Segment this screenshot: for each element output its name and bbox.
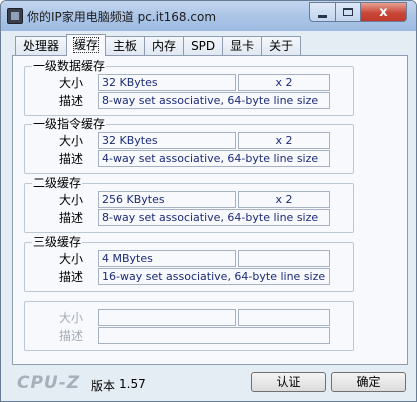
- tab-label: 内存: [152, 39, 177, 53]
- l3-descriptor-field: 16-way set associative, 64-byte line siz…: [98, 268, 330, 285]
- l2-size-field: 256 KBytes: [98, 191, 236, 208]
- tab-mainboard[interactable]: 主板: [105, 36, 146, 56]
- l1-data-size-field: 32 KBytes: [98, 74, 236, 91]
- l3-cache-group: 三级缓存 大小 4 MBytes 描述 16-way set associati…: [24, 235, 354, 292]
- tab-label: 处理器: [23, 39, 60, 53]
- empty-size-field: [98, 309, 236, 326]
- descriptor-label: 描述: [58, 152, 83, 166]
- group-title: 三级缓存: [32, 235, 83, 249]
- empty-count-field: [238, 309, 330, 326]
- size-label: 大小: [58, 193, 83, 207]
- validate-button[interactable]: 认证: [251, 372, 326, 392]
- tab-label: SPD: [191, 39, 216, 53]
- maximize-button[interactable]: [335, 2, 361, 22]
- l1-instruction-cache-group: 一级指令缓存 大小 32 KBytes x 2 描述 4-way set ass…: [24, 117, 354, 174]
- tab-bar: 处理器 缓存 主板 内存 SPD 显卡 关于: [15, 34, 302, 56]
- l2-cache-group: 二级缓存 大小 256 KBytes x 2 描述 8-way set asso…: [24, 176, 354, 233]
- tab-graphics[interactable]: 显卡: [222, 36, 263, 56]
- l1-data-descriptor-field: 8-way set associative, 64-byte line size: [98, 92, 330, 109]
- l1-instruction-size-field: 32 KBytes: [98, 132, 236, 149]
- tab-label: 主板: [113, 39, 138, 53]
- size-label: 大小: [58, 76, 83, 90]
- group-title: 一级指令缓存: [32, 117, 107, 131]
- descriptor-label: 描述: [58, 270, 83, 284]
- title-bar[interactable]: 你的IP家用电脑频道 pc.it168.com x: [1, 1, 416, 31]
- tab-about[interactable]: 关于: [261, 36, 302, 56]
- ok-button[interactable]: 确定: [331, 372, 406, 392]
- descriptor-label: 描述: [58, 329, 83, 343]
- maximize-icon: [343, 8, 353, 16]
- l2-count-field: x 2: [238, 191, 330, 208]
- tab-cpu[interactable]: 处理器: [15, 36, 68, 56]
- tab-label: 关于: [269, 39, 294, 53]
- minimize-icon: [318, 14, 327, 18]
- version-value: 1.57: [119, 377, 146, 391]
- empty-cache-group: 大小 描述: [24, 301, 354, 351]
- l1-instruction-count-field: x 2: [238, 132, 330, 149]
- tab-spd[interactable]: SPD: [183, 36, 224, 56]
- l3-size-field: 4 MBytes: [98, 250, 236, 267]
- descriptor-label: 描述: [58, 94, 83, 108]
- group-title: 二级缓存: [32, 176, 83, 190]
- empty-descriptor-field: [98, 327, 330, 344]
- size-label: 大小: [58, 252, 83, 266]
- minimize-button[interactable]: [309, 2, 336, 22]
- tab-caches[interactable]: 缓存: [66, 34, 107, 56]
- size-label: 大小: [58, 134, 83, 148]
- l1-data-count-field: x 2: [238, 74, 330, 91]
- cpu-z-logo: CPU-Z: [17, 373, 81, 393]
- caches-panel: 一级数据缓存 大小 32 KBytes x 2 描述 8-way set ass…: [12, 55, 408, 365]
- tab-memory[interactable]: 内存: [144, 36, 185, 56]
- tab-label: 显卡: [230, 39, 255, 53]
- close-icon: x: [379, 4, 388, 20]
- window-title: 你的IP家用电脑频道 pc.it168.com: [27, 10, 217, 24]
- l2-descriptor-field: 8-way set associative, 64-byte line size: [98, 209, 330, 226]
- l1-instruction-descriptor-field: 4-way set associative, 64-byte line size: [98, 150, 330, 167]
- size-label: 大小: [58, 311, 83, 325]
- close-button[interactable]: x: [360, 2, 407, 22]
- app-icon: [7, 8, 23, 24]
- cpu-z-window: 你的IP家用电脑频道 pc.it168.com x 处理器 缓存 主板 内存 S…: [0, 0, 417, 402]
- version-label: 版本: [91, 379, 116, 393]
- tab-label: 缓存: [73, 37, 100, 53]
- group-title: 一级数据缓存: [32, 59, 107, 73]
- l1-data-cache-group: 一级数据缓存 大小 32 KBytes x 2 描述 8-way set ass…: [24, 59, 354, 116]
- descriptor-label: 描述: [58, 211, 83, 225]
- l3-count-field: [238, 250, 330, 267]
